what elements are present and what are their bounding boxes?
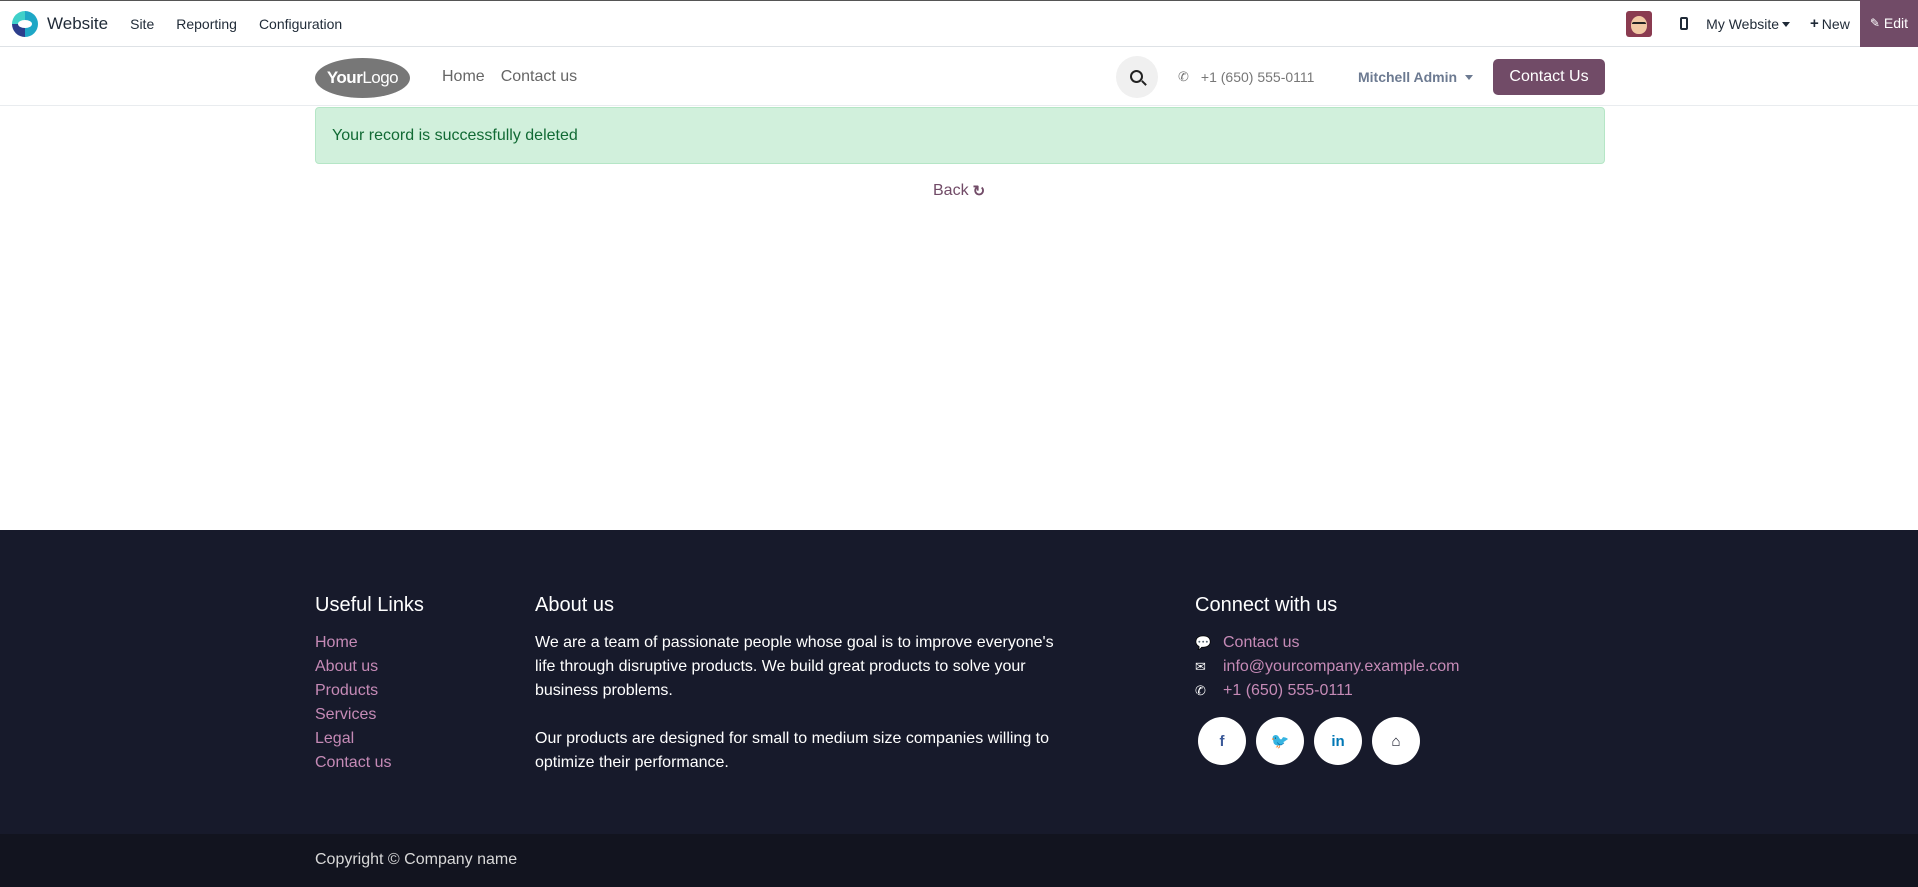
nav-home[interactable]: Home xyxy=(434,68,493,86)
menu-reporting[interactable]: Reporting xyxy=(165,1,248,47)
home-icon[interactable]: ⌂ xyxy=(1372,717,1420,765)
connect-title: Connect with us xyxy=(1195,594,1338,616)
header-phone-link[interactable]: ✆ +1 (650) 555-0111 xyxy=(1178,47,1314,106)
comment-icon: 💬 xyxy=(1195,635,1212,650)
new-button-label: New xyxy=(1821,15,1850,32)
menu-configuration[interactable]: Configuration xyxy=(248,1,353,47)
contact-us-button[interactable]: Contact Us xyxy=(1493,59,1605,95)
caret-down-icon xyxy=(1782,21,1791,27)
twitter-icon[interactable]: 🐦 xyxy=(1256,717,1304,765)
user-name: Mitchell Admin xyxy=(1358,68,1458,85)
phone-icon: ✆ xyxy=(1178,68,1189,84)
footer-useful-links: Useful Links Home About us Products Serv… xyxy=(315,594,424,775)
footer-connect: Connect with us 💬 Contact us ✉ info@your… xyxy=(1195,594,1460,765)
linkedin-icon[interactable]: in xyxy=(1314,717,1362,765)
envelope-icon: ✉ xyxy=(1195,659,1206,674)
useful-links-title: Useful Links xyxy=(315,594,424,616)
odoo-navbar: Website Site Reporting Configuration My … xyxy=(0,0,1918,47)
about-paragraph-2: Our products are designed for small to m… xyxy=(535,730,1050,771)
alert-message: Your record is successfully deleted xyxy=(332,126,578,144)
connect-contact-us[interactable]: 💬 Contact us xyxy=(1195,631,1460,655)
logo-text-thin: Logo xyxy=(362,68,399,87)
website-selector-label: My Website xyxy=(1706,15,1780,32)
site-nav: Home Contact us xyxy=(434,47,585,106)
connect-list: 💬 Contact us ✉ info@yourcompany.example.… xyxy=(1195,631,1460,703)
facebook-icon[interactable]: f xyxy=(1198,717,1246,765)
connect-email[interactable]: ✉ info@yourcompany.example.com xyxy=(1195,655,1460,679)
nav-contact-us[interactable]: Contact us xyxy=(493,68,585,86)
back-link-label: Back xyxy=(933,182,969,199)
mobile-preview-icon[interactable] xyxy=(1680,17,1689,30)
new-button[interactable]: + New xyxy=(1810,15,1850,32)
website-selector[interactable]: My Website xyxy=(1706,15,1791,32)
top-menu: Site Reporting Configuration xyxy=(119,1,353,47)
site-logo[interactable]: Your Logo xyxy=(315,58,410,98)
app-name: Website xyxy=(47,13,109,33)
user-avatar[interactable] xyxy=(1626,10,1653,37)
copyright-text: Copyright © Company name xyxy=(315,851,518,868)
edit-button-label: Edit xyxy=(1883,15,1908,31)
back-link[interactable]: Back ↻ xyxy=(933,182,985,200)
top-right-actions: My Website + New ✎ Edit xyxy=(1626,0,1918,47)
user-menu[interactable]: Mitchell Admin xyxy=(1358,47,1474,106)
connect-contact-us-label: Contact us xyxy=(1223,634,1300,651)
footer-link-products[interactable]: Products xyxy=(315,679,424,703)
copyright-bar: Copyright © Company name xyxy=(0,834,1918,887)
connect-phone[interactable]: ✆ +1 (650) 555-0111 xyxy=(1195,679,1460,703)
about-paragraph-1: We are a team of passionate people whose… xyxy=(535,634,1054,699)
header-phone-number: +1 (650) 555-0111 xyxy=(1200,68,1315,85)
caret-down-icon xyxy=(1465,74,1474,80)
success-alert: Your record is successfully deleted xyxy=(315,107,1605,164)
useful-links-list: Home About us Products Services Legal Co… xyxy=(315,631,424,775)
footer-link-about[interactable]: About us xyxy=(315,655,424,679)
connect-phone-label: +1 (650) 555-0111 xyxy=(1223,682,1353,699)
menu-site[interactable]: Site xyxy=(119,1,165,47)
website-app-icon xyxy=(12,10,38,37)
phone-icon: ✆ xyxy=(1195,683,1206,698)
footer-link-legal[interactable]: Legal xyxy=(315,727,424,751)
search-button[interactable] xyxy=(1116,56,1158,98)
footer-link-services[interactable]: Services xyxy=(315,703,424,727)
app-brand[interactable]: Website xyxy=(0,1,108,46)
footer-link-contact[interactable]: Contact us xyxy=(315,751,424,775)
site-header: Your Logo Home Contact us ✆ +1 (650) 555-… xyxy=(0,47,1918,106)
social-links: f 🐦 in ⌂ xyxy=(1198,717,1460,765)
avatar-glasses xyxy=(1632,21,1647,26)
footer: Useful Links Home About us Products Serv… xyxy=(0,530,1918,834)
plus-icon: + xyxy=(1810,15,1819,32)
search-icon xyxy=(1129,69,1143,83)
connect-email-label: info@yourcompany.example.com xyxy=(1223,658,1460,675)
about-title: About us xyxy=(535,594,614,616)
footer-link-home[interactable]: Home xyxy=(315,631,424,655)
logo-text-bold: Your xyxy=(326,68,363,87)
footer-about: About us We are a team of passionate peo… xyxy=(535,594,1065,775)
pencil-icon: ✎ xyxy=(1869,16,1880,30)
refresh-icon: ↻ xyxy=(972,183,986,200)
edit-button[interactable]: ✎ Edit xyxy=(1859,0,1918,47)
